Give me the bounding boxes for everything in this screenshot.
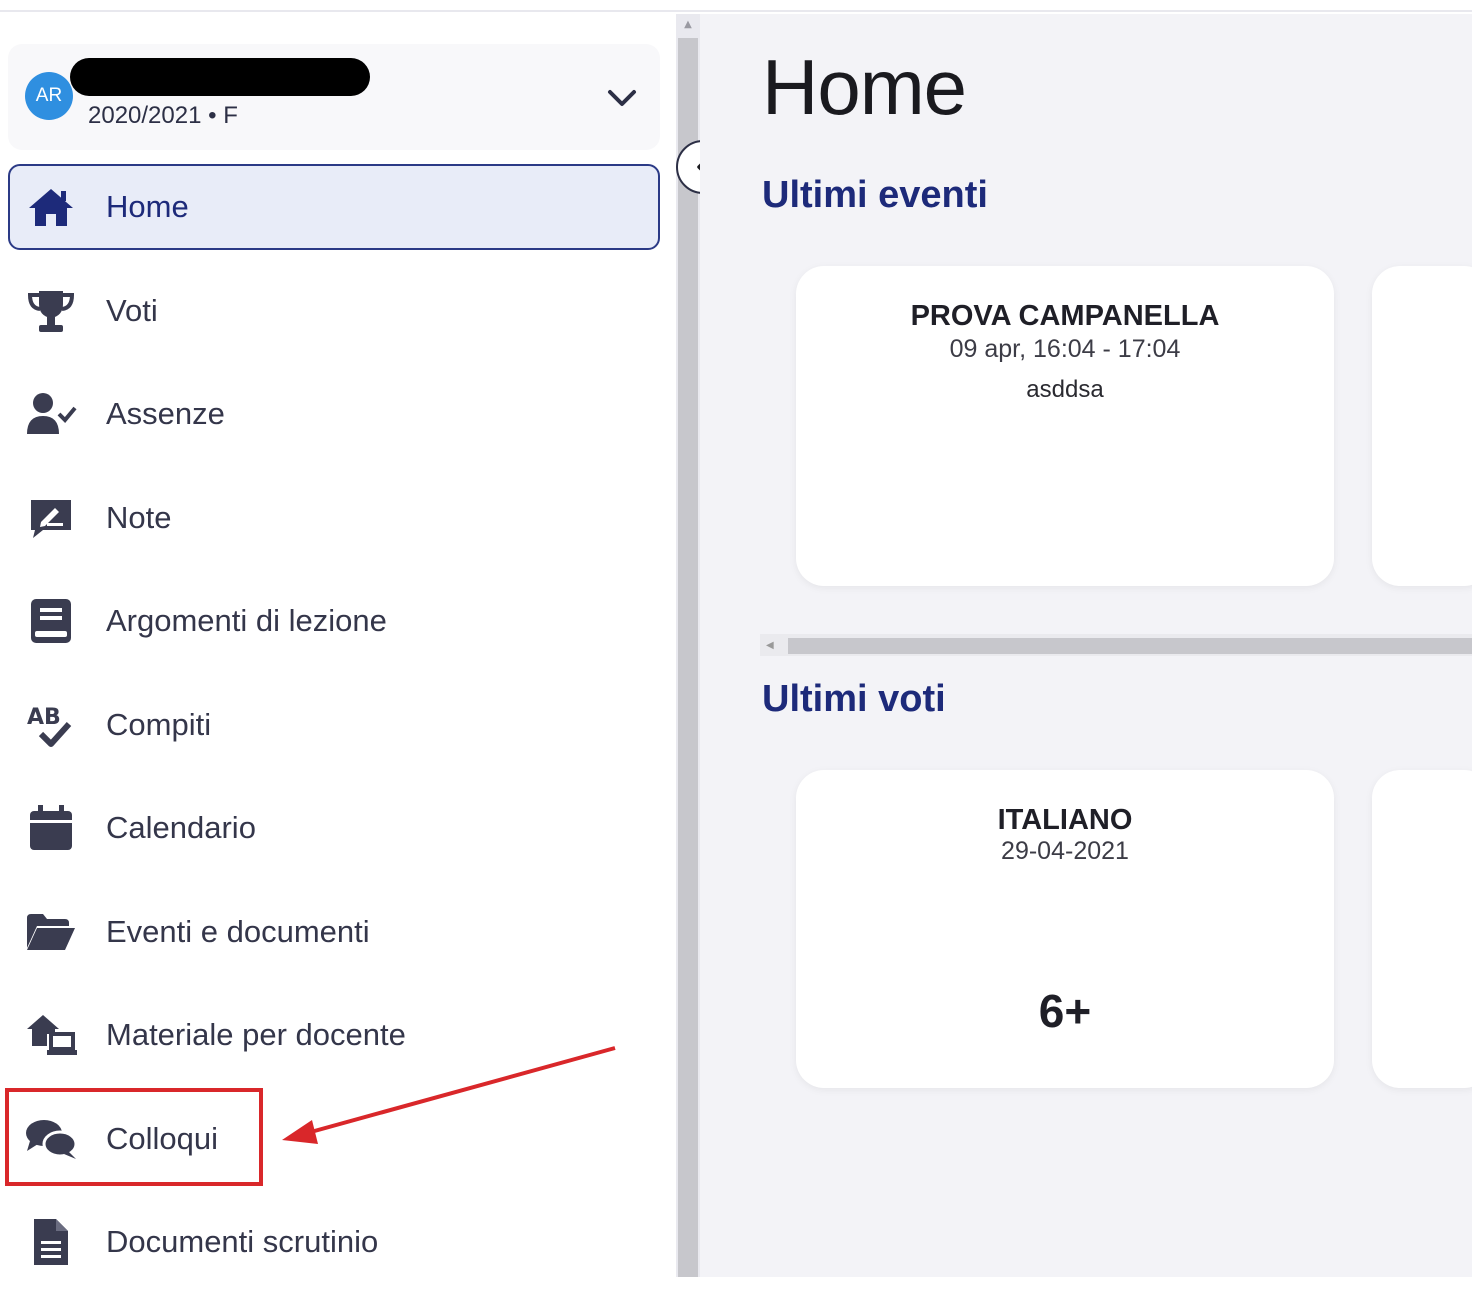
svg-text:AB: AB <box>27 705 61 730</box>
grade-subject: ITALIANO <box>997 804 1133 836</box>
sidebar-item-label: Calendario <box>106 810 256 845</box>
grade-card[interactable]: ITALIANO 29-04-2021 6+ <box>796 770 1334 1088</box>
avatar: AR <box>25 72 73 120</box>
grade-card[interactable] <box>1372 770 1472 1088</box>
house-laptop-icon <box>24 1011 78 1059</box>
scroll-left-arrow-icon[interactable]: ◀ <box>766 638 780 654</box>
sidebar-item-label: Argomenti di lezione <box>106 603 387 638</box>
event-time: 09 apr, 16:04 - 17:04 <box>949 335 1181 363</box>
events-section-title: Ultimi eventi <box>762 174 988 216</box>
spellcheck-icon: AB <box>24 701 78 749</box>
sidebar-item-eventi-documenti[interactable]: Eventi e documenti <box>8 889 660 975</box>
event-card[interactable]: PROVA CAMPANELLA 09 apr, 16:04 - 17:04 a… <box>796 266 1334 586</box>
book-icon <box>24 597 78 645</box>
profile-school-year: 2020/2021 • F <box>88 102 238 129</box>
sidebar-item-label: Eventi e documenti <box>106 913 370 949</box>
sidebar-item-label: Assenze <box>106 396 225 431</box>
file-icon <box>24 1218 78 1266</box>
sidebar-item-home[interactable]: Home <box>8 164 660 250</box>
redacted-name <box>70 58 370 96</box>
sidebar-item-argomenti[interactable]: Argomenti di lezione <box>8 578 660 664</box>
user-check-icon <box>24 390 78 438</box>
trophy-icon <box>24 287 78 335</box>
scroll-up-arrow-icon[interactable]: ▲ <box>680 18 696 32</box>
profile-selector[interactable]: AR 2020/2021 • F <box>8 44 660 150</box>
sidebar-item-label: Note <box>106 499 172 535</box>
sidebar-item-documenti-scrutinio[interactable]: Documenti scrutinio <box>8 1199 660 1285</box>
sidebar-item-compiti[interactable]: AB Compiti <box>8 682 660 768</box>
annotation-arrow <box>282 1046 616 1144</box>
sidebar-item-note[interactable]: Note <box>8 475 660 561</box>
annotation-highlight-box <box>5 1088 263 1186</box>
home-icon <box>24 183 78 231</box>
note-icon <box>24 494 78 542</box>
sidebar-item-voti[interactable]: Voti <box>8 268 660 354</box>
event-title: PROVA CAMPANELLA <box>910 300 1220 332</box>
top-border <box>0 0 1472 12</box>
sidebar-item-assenze[interactable]: Assenze <box>8 371 660 457</box>
grade-date: 29-04-2021 <box>1001 837 1129 865</box>
sidebar-item-label: Documenti scrutinio <box>106 1224 379 1259</box>
folder-open-icon <box>24 908 78 956</box>
page-title: Home <box>762 43 967 131</box>
grade-value: 6+ <box>1038 985 1092 1037</box>
sidebar-item-label: Compiti <box>106 706 212 742</box>
sidebar-item-calendario[interactable]: Calendario <box>8 785 660 871</box>
event-description: asddsa <box>1026 376 1104 403</box>
event-card[interactable] <box>1372 266 1472 586</box>
grades-section-title: Ultimi voti <box>762 678 946 720</box>
chevron-down-icon[interactable] <box>602 78 642 118</box>
events-scrollbar-thumb[interactable] <box>788 638 1472 654</box>
sidebar-scrollbar-thumb[interactable] <box>678 38 698 1277</box>
main-content: Home Ultimi eventi PROVA CAMPANELLA 09 a… <box>700 14 1472 1277</box>
calendar-icon <box>24 804 78 852</box>
sidebar-item-label: Voti <box>106 292 158 328</box>
sidebar-item-label: Home <box>106 189 189 224</box>
